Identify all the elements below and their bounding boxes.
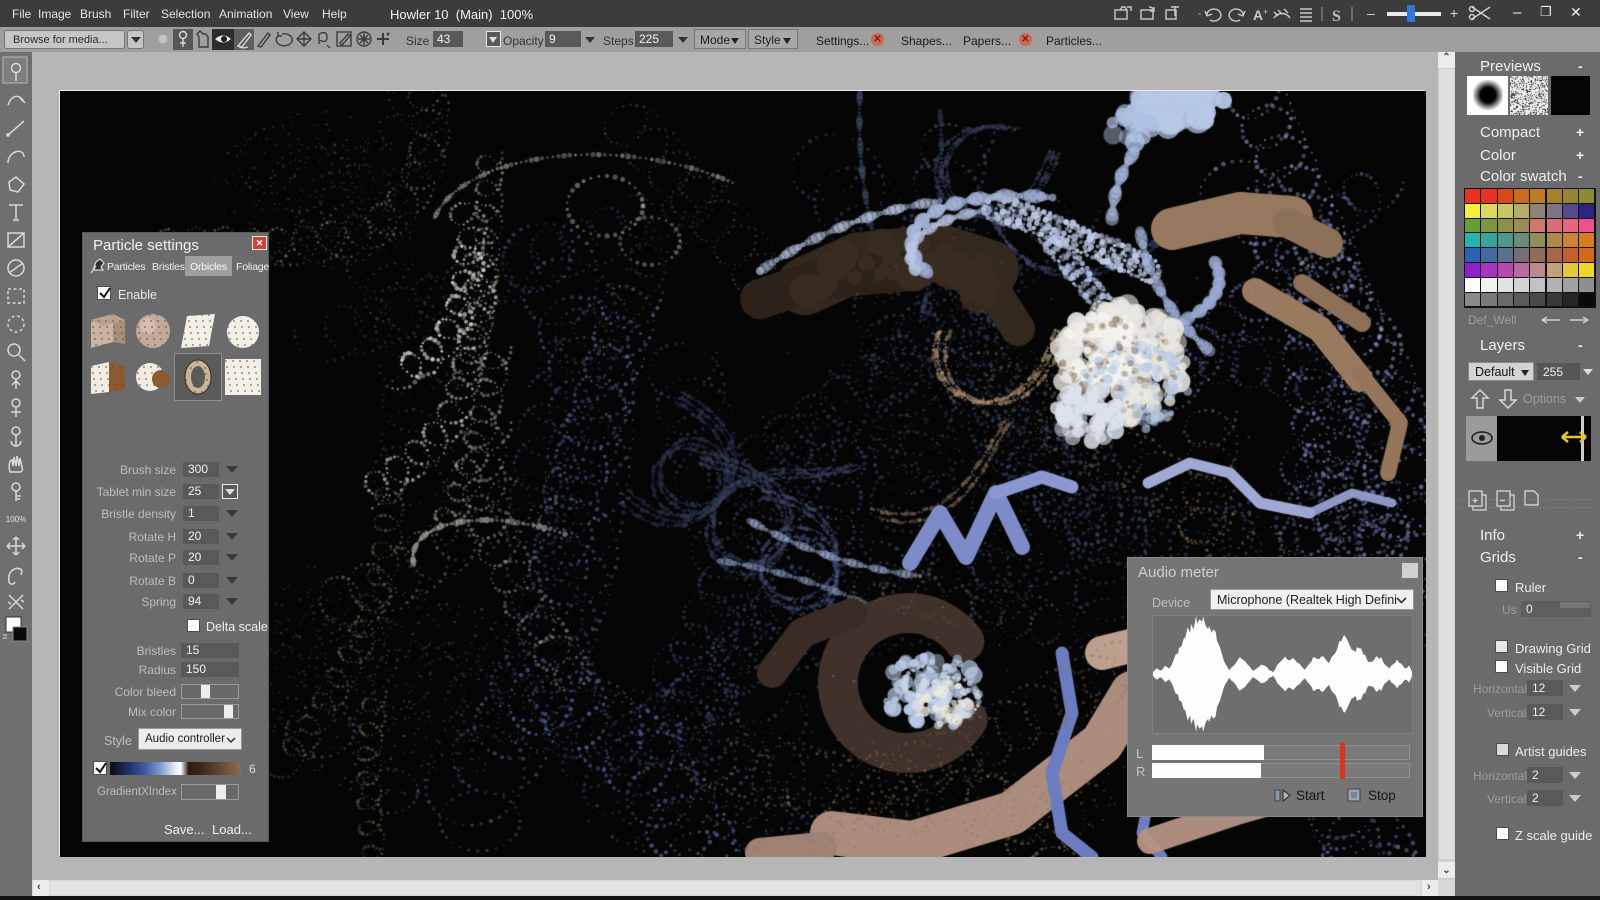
svg-text:S: S — [1332, 8, 1341, 25]
svg-text:+: + — [1263, 7, 1268, 17]
svg-text:100%: 100% — [6, 515, 26, 524]
svg-text:A: A — [1253, 7, 1263, 23]
